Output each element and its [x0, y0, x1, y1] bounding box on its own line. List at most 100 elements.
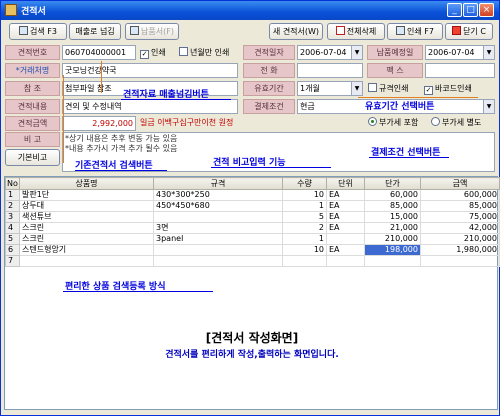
- estimate-window: 견적서 _ □ × 검색 F3 매출로 넘김 납품서(F) 새 견적서(W) 전…: [0, 0, 500, 416]
- table-row[interactable]: 3 색션튜브 5 EA 15,000 75,000: [5, 211, 500, 223]
- cell-qty[interactable]: [282, 255, 327, 267]
- cell-qty[interactable]: 1: [282, 200, 327, 212]
- cell-price[interactable]: 21,000: [364, 222, 421, 234]
- cell-spec[interactable]: [153, 255, 283, 267]
- label-estimate-no: 견적번호: [5, 45, 60, 60]
- close-window-button[interactable]: 닫기 C: [445, 23, 493, 40]
- cell-amount[interactable]: 1,980,000: [420, 244, 500, 256]
- cell-product[interactable]: 상두대: [19, 200, 154, 212]
- table-header-row: No 상품명 규격 수량 단위 단가 금액: [5, 177, 500, 190]
- estimate-no-field[interactable]: 060704000001: [62, 45, 136, 60]
- column-header[interactable]: 단위: [326, 177, 365, 190]
- cell-price[interactable]: 15,000: [364, 211, 421, 223]
- dropdown-arrow-icon[interactable]: ▼: [483, 100, 494, 113]
- cell-qty[interactable]: 2: [282, 222, 327, 234]
- radio-selected-icon: [368, 117, 377, 126]
- cell-price[interactable]: 210,000: [364, 233, 421, 245]
- cell-spec[interactable]: 3panel: [153, 233, 283, 245]
- minimize-button[interactable]: _: [447, 3, 462, 17]
- cell-unit[interactable]: EA: [326, 200, 365, 212]
- memo-template-button[interactable]: 기본비고: [5, 149, 60, 166]
- vat-included-radio[interactable]: 부가세 포함: [368, 117, 418, 129]
- cell-unit[interactable]: EA: [326, 189, 365, 201]
- cell-no: 1: [5, 189, 20, 201]
- table-row[interactable]: 6 스텐드형앙기 10 EA 198,000 1,980,000: [5, 244, 500, 256]
- cell-price[interactable]: 85,000: [364, 200, 421, 212]
- cell-product[interactable]: 발판1단: [19, 189, 154, 201]
- cell-amount[interactable]: 75,000: [420, 211, 500, 223]
- cell-qty[interactable]: 5: [282, 211, 327, 223]
- cell-amount[interactable]: 600,000: [420, 189, 500, 201]
- dropdown-arrow-icon[interactable]: ▼: [351, 46, 362, 59]
- cell-product[interactable]: 스텐드형앙기: [19, 244, 154, 256]
- delivery-note-button[interactable]: 납품서(F): [125, 23, 179, 40]
- cell-unit[interactable]: EA: [326, 222, 365, 234]
- cell-spec[interactable]: [153, 244, 283, 256]
- customer-field[interactable]: 굿모닝건강약국: [62, 63, 238, 78]
- cell-unit[interactable]: [326, 233, 365, 245]
- caption-title: [견적서 작성화면]: [205, 331, 299, 345]
- cell-spec[interactable]: 3면: [153, 222, 283, 234]
- cell-amount[interactable]: [420, 255, 500, 267]
- annotation-validity-select: 유효기간 선택버튼: [365, 102, 435, 112]
- cell-qty[interactable]: 1: [282, 233, 327, 245]
- transfer-to-sales-button[interactable]: 매출로 넘김: [69, 23, 121, 40]
- column-header[interactable]: No: [5, 177, 20, 190]
- table-row[interactable]: 1 발판1단 430*300*250 10 EA 60,000 600,000: [5, 189, 500, 201]
- estimate-date-field[interactable]: 2006-07-04 ▼: [297, 45, 363, 60]
- delivery-date-field[interactable]: 2006-07-04 ▼: [425, 45, 495, 60]
- cell-price[interactable]: 60,000: [364, 189, 421, 201]
- cell-price[interactable]: [364, 255, 421, 267]
- cell-no: 2: [5, 200, 20, 212]
- cell-product[interactable]: 색션튜브: [19, 211, 154, 223]
- cell-unit[interactable]: EA: [326, 244, 365, 256]
- close-button[interactable]: ×: [479, 3, 494, 17]
- search-button[interactable]: 검색 F3: [9, 23, 67, 40]
- dropdown-arrow-icon[interactable]: ▼: [483, 46, 494, 59]
- table-row[interactable]: 4 스크린 3면 2 EA 21,000 42,000: [5, 222, 500, 234]
- new-estimate-button[interactable]: 새 견적서(W): [269, 23, 323, 40]
- delete-all-button[interactable]: 전체삭제: [327, 23, 385, 40]
- column-header[interactable]: 수량: [282, 177, 327, 190]
- column-header[interactable]: 상품명: [19, 177, 154, 190]
- cell-spec[interactable]: 450*450*680: [153, 200, 283, 212]
- cell-price-selected[interactable]: 198,000: [364, 244, 421, 256]
- cell-amount[interactable]: 85,000: [420, 200, 500, 212]
- column-header[interactable]: 규격: [153, 177, 283, 190]
- label-reference: 참 조: [5, 81, 60, 96]
- phone-field[interactable]: [297, 63, 363, 78]
- cell-unit[interactable]: [326, 255, 365, 267]
- cell-spec[interactable]: 430*300*250: [153, 189, 283, 201]
- year-month-print-checkbox[interactable]: 년월만 인쇄: [179, 47, 229, 59]
- content-field[interactable]: 견의 및 수정내역: [62, 99, 238, 114]
- label-memo: 비 고: [5, 132, 60, 147]
- cell-product[interactable]: [19, 255, 154, 267]
- dropdown-arrow-icon[interactable]: ▼: [351, 82, 362, 95]
- cell-no: 5: [5, 233, 20, 245]
- label-fax: 팩 스: [367, 63, 423, 78]
- cell-qty[interactable]: 10: [282, 189, 327, 201]
- cell-spec[interactable]: [153, 211, 283, 223]
- column-header[interactable]: 금액: [420, 177, 500, 190]
- cell-qty[interactable]: 10: [282, 244, 327, 256]
- cell-amount[interactable]: 42,000: [420, 222, 500, 234]
- cell-product[interactable]: 스크린: [19, 233, 154, 245]
- validity-select[interactable]: 1개월 ▼: [297, 81, 363, 96]
- table-row[interactable]: 2 상두대 450*450*680 1 EA 85,000 85,000: [5, 200, 500, 212]
- maximize-button[interactable]: □: [463, 3, 478, 17]
- amount-field[interactable]: 2,992,000: [62, 116, 136, 131]
- cell-unit[interactable]: EA: [326, 211, 365, 223]
- barcode-print-checkbox[interactable]: ✓ 바코드인쇄: [424, 83, 472, 95]
- column-header[interactable]: 단가: [364, 177, 421, 190]
- fax-field[interactable]: [425, 63, 495, 78]
- print-button[interactable]: 인쇄 F7: [387, 23, 443, 40]
- table-row[interactable]: 5 스크린 3panel 1 210,000 210,000: [5, 233, 500, 245]
- standard-print-checkbox[interactable]: 규격인쇄: [368, 83, 408, 95]
- label-content: 견적내용: [5, 99, 60, 114]
- check-icon: ✓: [424, 86, 433, 95]
- vat-separate-radio[interactable]: 부가세 별도: [431, 117, 481, 129]
- table-row[interactable]: 7: [5, 255, 500, 267]
- print-checkbox[interactable]: ✓ 인쇄: [140, 47, 166, 59]
- cell-amount[interactable]: 210,000: [420, 233, 500, 245]
- cell-product[interactable]: 스크린: [19, 222, 154, 234]
